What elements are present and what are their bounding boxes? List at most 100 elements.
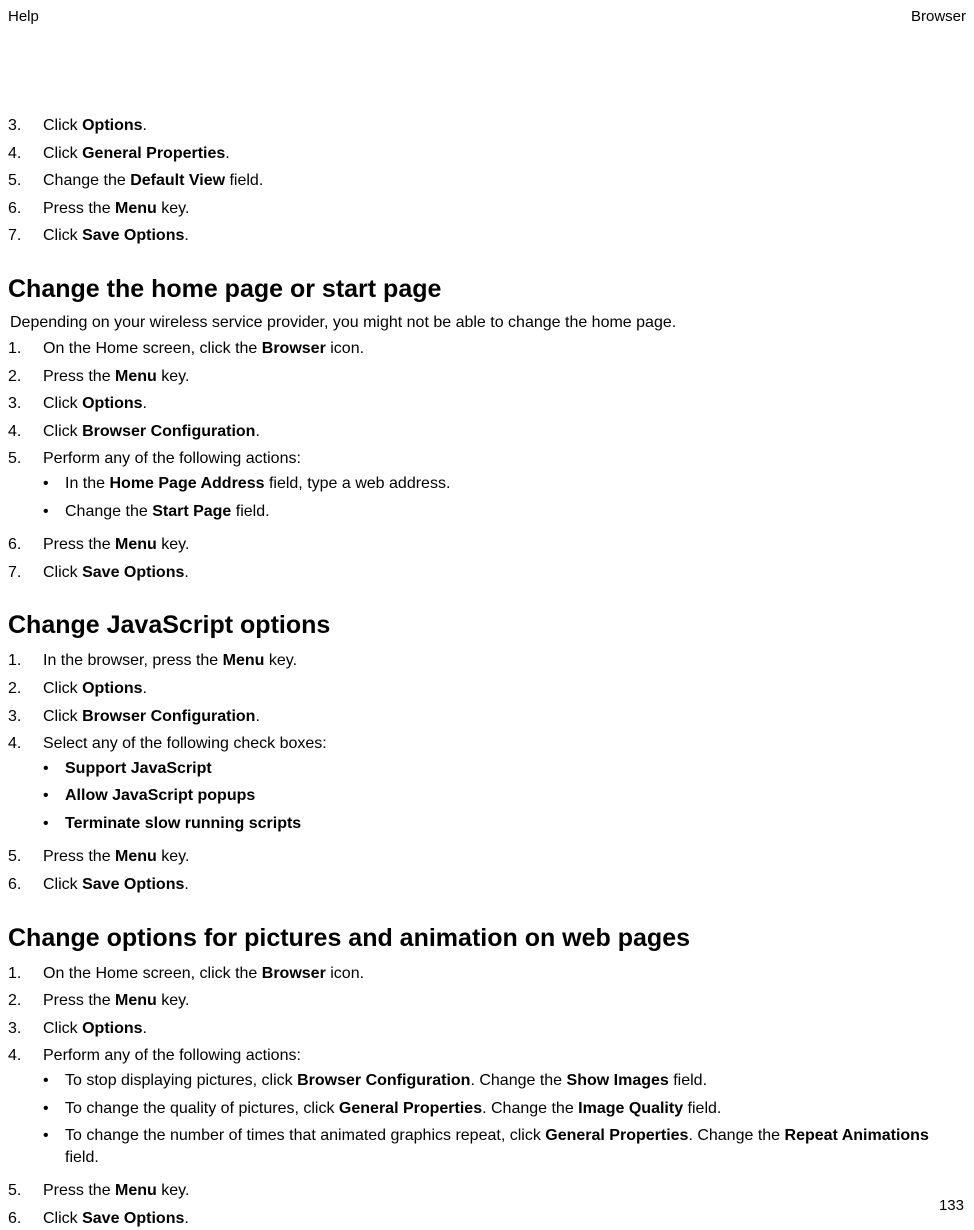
bullet-icon: • [43,785,65,807]
sub-list-item: •Change the Start Page field. [43,501,966,523]
bold-term: Home Page Address [109,475,264,492]
list-number: 7. [8,562,43,584]
bullet-icon: • [43,758,65,780]
header-right: Browser [911,8,966,25]
bold-term: Support JavaScript [65,760,212,777]
list-text: Click Browser Configuration. [43,421,966,443]
bold-term: Menu [115,368,157,385]
list-text: Change the Default View field. [43,170,966,192]
sub-list-text: Change the Start Page field. [65,501,966,523]
bold-term: Browser [262,340,326,357]
list-text: Click Save Options. [43,874,966,896]
bold-term: Browser Configuration [297,1072,470,1089]
page-content: 3.Click Options.4.Click General Properti… [8,115,966,1230]
sub-list: •Support JavaScript•Allow JavaScript pop… [43,758,966,835]
list-number: 6. [8,534,43,556]
bold-term: Image Quality [578,1100,683,1117]
sub-list-text: To change the number of times that anima… [65,1125,966,1168]
bold-term: Browser Configuration [82,708,255,725]
bold-term: Options [82,117,142,134]
list-text: On the Home screen, click the Browser ic… [43,338,966,360]
list-item: 2.Click Options. [8,678,966,700]
list-number: 6. [8,198,43,220]
bold-term: Menu [115,536,157,553]
list-item: 3.Click Options. [8,393,966,415]
list-text: Press the Menu key. [43,990,966,1012]
bold-term: Browser [262,965,326,982]
list-text: In the browser, press the Menu key. [43,650,966,672]
list-item: 2.Press the Menu key. [8,366,966,388]
bold-term: Menu [115,1182,157,1199]
list-text: Press the Menu key. [43,846,966,868]
list-number: 3. [8,1018,43,1040]
list-number: 3. [8,706,43,728]
bullet-icon: • [43,1098,65,1120]
sub-list: •In the Home Page Address field, type a … [43,473,966,522]
sub-list-text: To change the quality of pictures, click… [65,1098,966,1120]
list-number: 5. [8,448,43,528]
list-text: Perform any of the following actions:•In… [43,448,966,528]
sub-list-item: •To change the number of times that anim… [43,1125,966,1168]
list-item: 1.On the Home screen, click the Browser … [8,963,966,985]
ordered-list: 3.Click Options. 4.Click General Properti… [8,115,966,247]
bold-term: Save Options [82,1210,184,1227]
bold-term: Menu [115,992,157,1009]
list-item: 4.Click General Properties. [8,143,966,165]
list-text: Perform any of the following actions:•To… [43,1045,966,1174]
bold-term: Save Options [82,227,184,244]
page-number: 133 [939,1197,964,1214]
list-number: 2. [8,990,43,1012]
list-number: 1. [8,338,43,360]
list-item: 3.Click Options. [8,115,966,137]
list-number: 1. [8,963,43,985]
page-header: Help Browser [8,8,966,25]
list-item: 7.Click Save Options. [8,562,966,584]
list-text: Click Save Options. [43,225,966,247]
list-text: Click General Properties. [43,143,966,165]
list-text: Click Browser Configuration. [43,706,966,728]
bold-term: Options [82,1020,142,1037]
sub-list-item: •Support JavaScript [43,758,966,780]
list-item: 5.Press the Menu key. [8,846,966,868]
sub-list-text: Allow JavaScript popups [65,785,966,807]
bold-term: Options [82,395,142,412]
sub-list-text: In the Home Page Address field, type a w… [65,473,966,495]
list-text: Click Options. [43,115,966,137]
sub-list-item: •Allow JavaScript popups [43,785,966,807]
list-text: Press the Menu key. [43,198,966,220]
bold-term: General Properties [339,1100,482,1117]
list-item: 4.Perform any of the following actions:•… [8,1045,966,1174]
list-number: 7. [8,225,43,247]
list-text: Select any of the following check boxes:… [43,733,966,840]
bold-term: Menu [115,200,157,217]
sub-list-item: •To change the quality of pictures, clic… [43,1098,966,1120]
section-intro: Depending on your wireless service provi… [10,314,966,332]
list-item: 6.Press the Menu key. [8,534,966,556]
bullet-icon: • [43,1070,65,1092]
list-item: 3.Click Browser Configuration. [8,706,966,728]
list-number: 6. [8,1208,43,1230]
list-item: 3.Click Options. [8,1018,966,1040]
sub-list-text: Support JavaScript [65,758,966,780]
list-item: 4.Click Browser Configuration. [8,421,966,443]
list-number: 5. [8,1180,43,1202]
bold-term: Browser Configuration [82,423,255,440]
list-number: 3. [8,393,43,415]
list-text: Click Options. [43,678,966,700]
section-heading: Change options for pictures and animatio… [8,924,966,953]
list-number: 2. [8,678,43,700]
bold-term: Default View [130,172,225,189]
list-item: 6.Press the Menu key. [8,198,966,220]
list-item: 7.Click Save Options. [8,225,966,247]
list-item: 4.Select any of the following check boxe… [8,733,966,840]
bold-term: Start Page [152,503,231,520]
ordered-list: 1.On the Home screen, click the Browser … [8,963,966,1230]
sub-list-item: •Terminate slow running scripts [43,813,966,835]
bold-term: Options [82,680,142,697]
bold-term: Save Options [82,876,184,893]
list-number: 4. [8,143,43,165]
ordered-list: 1.On the Home screen, click the Browser … [8,338,966,583]
list-text: Press the Menu key. [43,534,966,556]
sub-list-item: •To stop displaying pictures, click Brow… [43,1070,966,1092]
list-text: On the Home screen, click the Browser ic… [43,963,966,985]
